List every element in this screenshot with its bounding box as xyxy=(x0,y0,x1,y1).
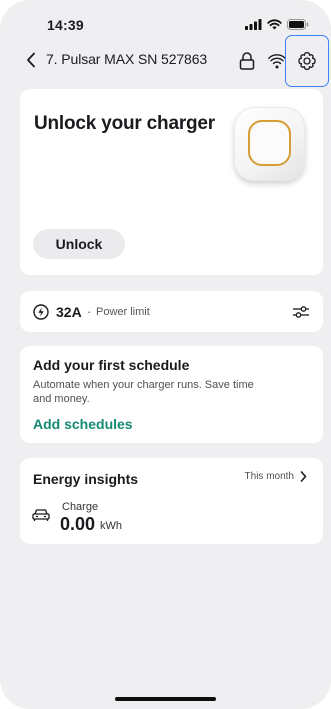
device-title: 7. Pulsar MAX SN 527863 xyxy=(46,51,208,67)
schedule-card: Add your first schedule Automate when yo… xyxy=(20,346,323,443)
charge-label: Charge xyxy=(62,501,99,513)
car-icon xyxy=(32,509,50,521)
lock-icon xyxy=(239,52,255,70)
phone-screen: 14:39 7. Pulsar MAX SN 527863 Unlock you… xyxy=(0,0,331,709)
energy-insights-title: Energy insights xyxy=(33,471,139,487)
wifi-icon xyxy=(268,53,286,68)
sliders-icon[interactable] xyxy=(292,303,310,321)
lock-button[interactable] xyxy=(236,50,258,72)
settings-button[interactable] xyxy=(285,35,329,87)
chevron-left-icon xyxy=(27,52,35,68)
charge-value: 0.00 xyxy=(60,514,96,534)
status-time: 14:39 xyxy=(47,17,84,33)
top-app-bar: 7. Pulsar MAX SN 527863 xyxy=(0,35,331,87)
back-button[interactable] xyxy=(26,51,40,69)
power-limit-value: 32A xyxy=(56,304,82,320)
energy-insights-card[interactable]: Energy insights This month Charge 0.00 k… xyxy=(20,458,323,544)
battery-icon xyxy=(287,19,309,30)
unlock-title: Unlock your charger xyxy=(34,113,215,134)
unlock-button[interactable]: Unlock xyxy=(33,229,125,259)
charger-image xyxy=(234,107,305,181)
home-indicator[interactable] xyxy=(115,697,216,701)
period-selector[interactable]: This month xyxy=(245,471,307,482)
separator: · xyxy=(87,304,92,319)
cellular-signal-icon xyxy=(245,19,262,30)
charge-unit: kWh xyxy=(100,520,122,532)
power-limit-card[interactable]: 32A · Power limit xyxy=(20,291,323,332)
period-label: This month xyxy=(244,471,294,482)
status-icons xyxy=(245,19,309,30)
charger-led-ring xyxy=(248,120,291,166)
unlock-card: Unlock your charger Unlock xyxy=(20,89,323,275)
gear-icon xyxy=(298,51,316,71)
status-bar: 14:39 xyxy=(0,0,331,36)
schedule-description: Automate when your charger runs. Save ti… xyxy=(33,379,254,405)
chevron-right-icon xyxy=(300,471,307,482)
wifi-status-icon xyxy=(267,19,282,30)
add-schedules-link[interactable]: Add schedules xyxy=(33,416,133,432)
schedule-title: Add your first schedule xyxy=(33,357,190,373)
bolt-icon xyxy=(33,304,49,320)
power-limit-label: Power limit xyxy=(96,306,150,318)
